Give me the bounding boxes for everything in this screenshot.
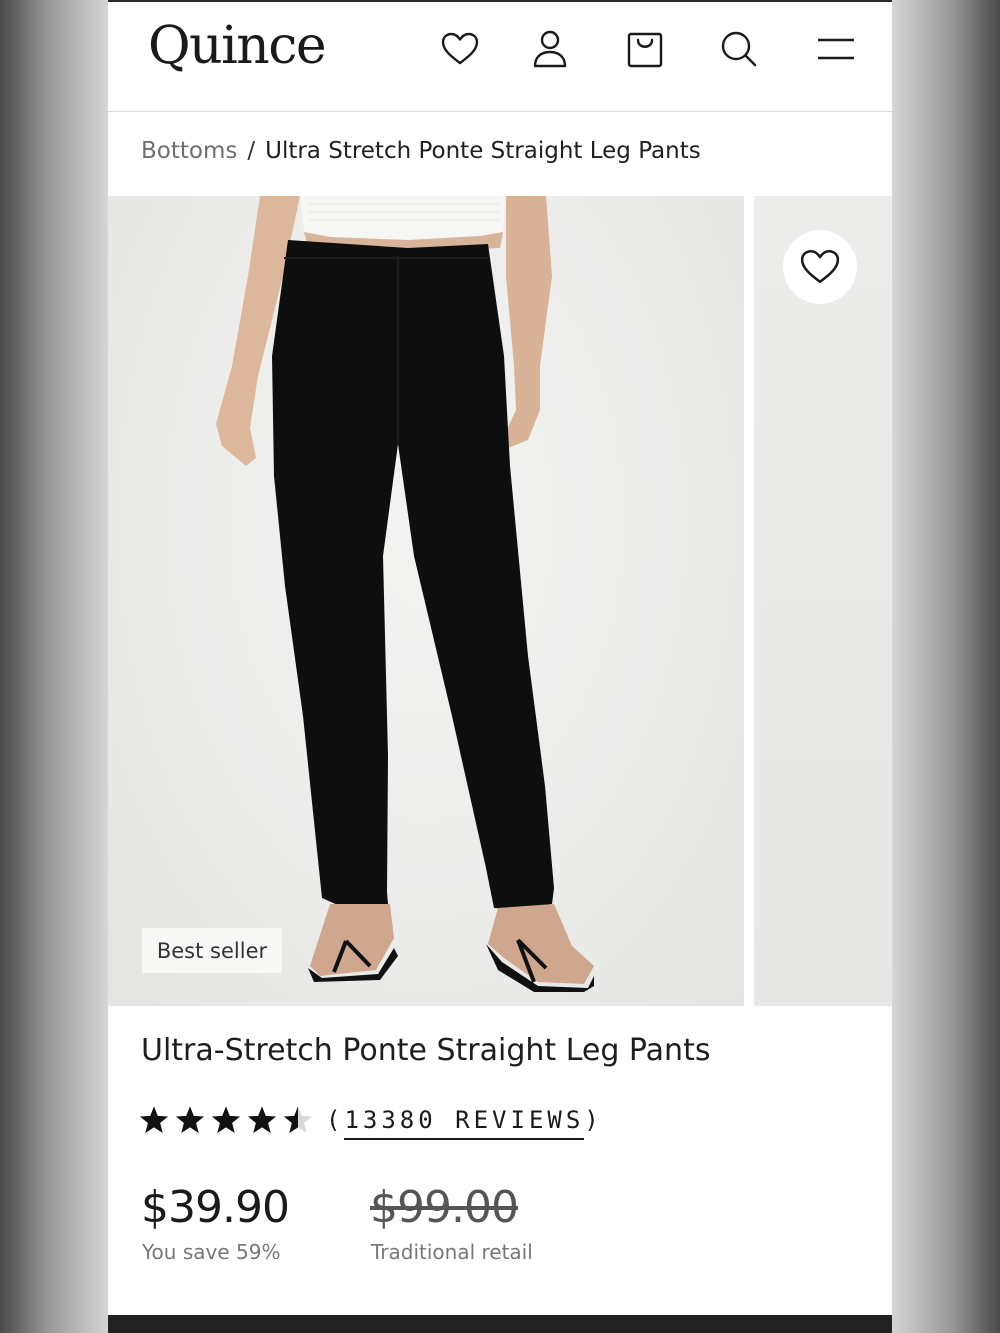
heart-icon (800, 249, 840, 283)
menu-icon (818, 38, 854, 60)
menu-button[interactable] (815, 28, 857, 70)
cart-icon (627, 32, 663, 68)
account-icon (533, 30, 567, 68)
search-icon (721, 31, 757, 67)
product-image-next[interactable] (754, 196, 892, 1006)
reviews-close-paren: ) (584, 1106, 603, 1134)
sale-price: $39.90 (141, 1182, 290, 1233)
product-page: Quince Bottoms / Ultra Stretch Ponte Str… (108, 0, 892, 1333)
star-icon (139, 1106, 169, 1134)
reviews-count: 13380 REVIEWS (344, 1106, 585, 1140)
wishlist-button[interactable] (439, 28, 481, 70)
bottom-bar (108, 1315, 892, 1333)
cart-button[interactable] (624, 28, 666, 70)
breadcrumb: Bottoms / Ultra Stretch Ponte Straight Leg… (141, 138, 701, 164)
add-to-favorites-button[interactable] (783, 230, 857, 304)
star-rating (138, 1105, 314, 1135)
search-button[interactable] (718, 28, 760, 70)
quince-logo[interactable]: Quince (148, 16, 327, 76)
savings-text: You save 59% (142, 1240, 281, 1264)
product-title: Ultra-Stretch Ponte Straight Leg Pants (141, 1033, 711, 1068)
breadcrumb-bottoms-link[interactable]: Bottoms (141, 138, 237, 164)
heart-icon (441, 32, 479, 65)
product-rating: (13380 REVIEWS) (138, 1100, 603, 1140)
site-header: Quince (108, 2, 892, 112)
reviews-open-paren: ( (326, 1106, 345, 1134)
pants-model-photo (216, 196, 594, 992)
retail-price: $99.00 (370, 1182, 519, 1233)
account-button[interactable] (529, 28, 571, 70)
breadcrumb-separator: / (247, 138, 256, 164)
star-icon (211, 1106, 241, 1134)
breadcrumb-current: Ultra Stretch Ponte Straight Leg Pants (265, 138, 701, 164)
retail-label: Traditional retail (371, 1240, 533, 1264)
product-image-main[interactable]: Best seller (108, 196, 744, 1006)
half-star-icon (283, 1106, 313, 1134)
best-seller-badge: Best seller (142, 928, 282, 973)
star-icon (247, 1106, 277, 1134)
star-icon (175, 1106, 205, 1134)
reviews-link[interactable]: (13380 REVIEWS) (326, 1106, 603, 1140)
